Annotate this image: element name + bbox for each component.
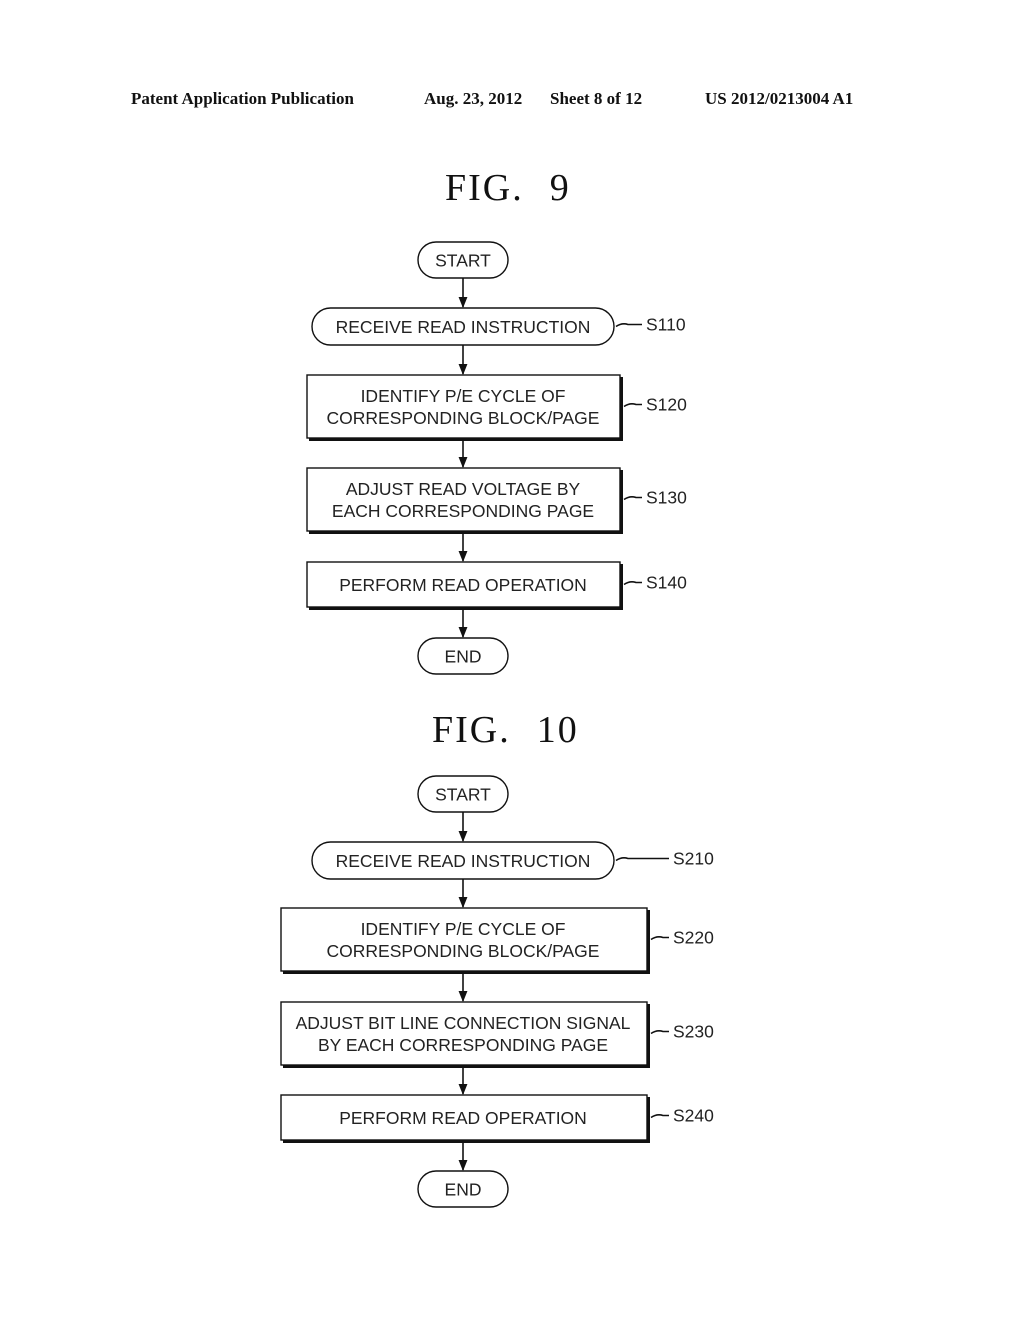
figure-10-end-terminal-label: END — [445, 1180, 482, 1200]
figure-10-step-s230: ADJUST BIT LINE CONNECTION SIGNALBY EACH… — [280, 1001, 714, 1068]
reference-leader-line — [623, 403, 642, 408]
step-reference-label: S240 — [673, 1106, 714, 1126]
step-text-line: RECEIVE READ INSTRUCTION — [336, 317, 591, 337]
process-box-shape — [280, 1001, 648, 1066]
step-reference-label: S210 — [673, 849, 714, 869]
figure-10-start-terminal-label: START — [435, 785, 491, 805]
figure-10-step-s220: IDENTIFY P/E CYCLE OFCORRESPONDING BLOCK… — [280, 907, 714, 974]
process-box-shape — [306, 374, 621, 439]
reference-leader-line — [650, 936, 669, 941]
step-text-line: EACH CORRESPONDING PAGE — [332, 501, 594, 521]
step-text-line: ADJUST BIT LINE CONNECTION SIGNAL — [296, 1013, 631, 1033]
flowcharts: START RECEIVE READ INSTRUCTION S110 IDENTIF… — [280, 241, 714, 1208]
reference-leader-line — [623, 496, 642, 501]
figure-9-start-terminal-label: START — [435, 251, 491, 271]
reference-leader-line — [623, 581, 642, 586]
process-box-shape — [280, 907, 648, 972]
step-reference-label: S120 — [646, 395, 687, 415]
step-text-line: CORRESPONDING BLOCK/PAGE — [327, 408, 600, 428]
figure-9-end-terminal-label: END — [445, 647, 482, 667]
step-reference-label: S110 — [646, 315, 686, 335]
figure-10-start-terminal: START — [417, 775, 509, 813]
figure-10-step-s210: RECEIVE READ INSTRUCTION S210 — [311, 841, 714, 880]
step-reference-label: S130 — [646, 488, 687, 508]
figure-9-end-terminal: END — [417, 637, 509, 675]
step-text-line: BY EACH CORRESPONDING PAGE — [318, 1035, 608, 1055]
process-box-shape — [306, 467, 621, 532]
figure-10-step-s240: PERFORM READ OPERATION S240 — [280, 1094, 714, 1143]
reference-leader-line — [650, 1114, 669, 1119]
step-text-line: RECEIVE READ INSTRUCTION — [336, 851, 591, 871]
step-reference-label: S220 — [673, 928, 714, 948]
figure-10-flowchart: START RECEIVE READ INSTRUCTION S210 IDENTIF… — [280, 775, 714, 1208]
step-text-line: IDENTIFY P/E CYCLE OF — [361, 919, 566, 939]
figure-9-step-s110: RECEIVE READ INSTRUCTION S110 — [311, 307, 686, 346]
reference-leader-line — [650, 1030, 669, 1035]
reference-leader-line — [615, 857, 669, 862]
figure-10-end-terminal: END — [417, 1170, 509, 1208]
step-text-line: IDENTIFY P/E CYCLE OF — [361, 386, 566, 406]
figure-9-start-terminal: START — [417, 241, 509, 279]
reference-leader-line — [615, 323, 642, 328]
step-text-line: CORRESPONDING BLOCK/PAGE — [327, 941, 600, 961]
figure-9-step-s130: ADJUST READ VOLTAGE BYEACH CORRESPONDING… — [306, 467, 687, 534]
step-text-line: PERFORM READ OPERATION — [339, 1108, 587, 1128]
step-text-line: PERFORM READ OPERATION — [339, 575, 587, 595]
step-text-line: ADJUST READ VOLTAGE BY — [346, 479, 581, 499]
figure-9-flowchart: START RECEIVE READ INSTRUCTION S110 IDENTIF… — [306, 241, 687, 675]
step-reference-label: S230 — [673, 1022, 714, 1042]
step-reference-label: S140 — [646, 573, 687, 593]
figure-9-step-s120: IDENTIFY P/E CYCLE OFCORRESPONDING BLOCK… — [306, 374, 687, 441]
figure-9-step-s140: PERFORM READ OPERATION S140 — [306, 561, 687, 610]
